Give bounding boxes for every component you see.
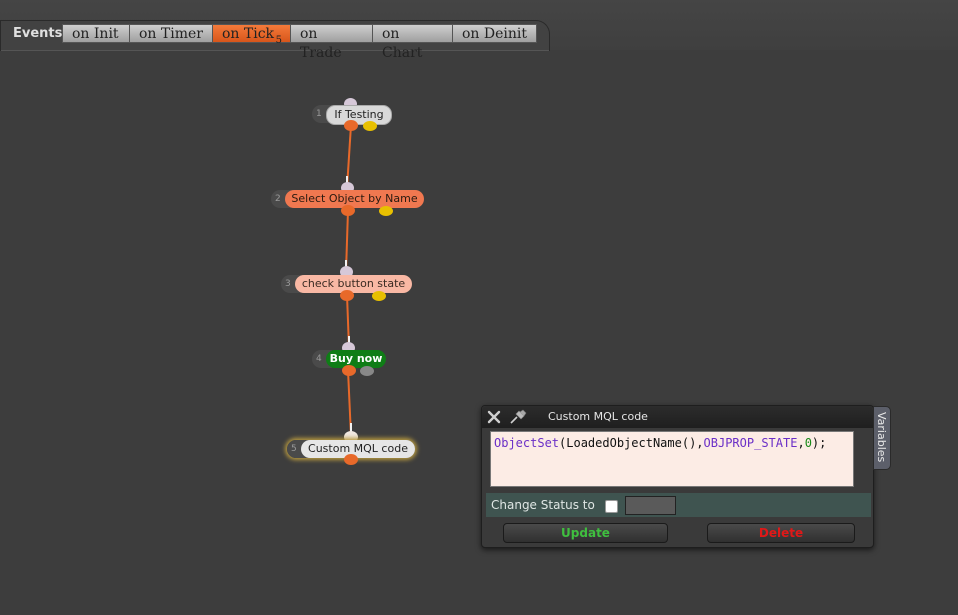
status-select[interactable] [625, 496, 676, 515]
code-end: ); [811, 436, 827, 450]
code-number: 0 [804, 436, 812, 450]
update-button[interactable]: Update [503, 523, 668, 543]
code-separator: , [797, 436, 805, 450]
delete-button[interactable]: Delete [707, 523, 855, 543]
node-3-alt-port[interactable] [372, 291, 386, 301]
panel-header: Custom MQL code [482, 406, 873, 428]
node-2-output-port[interactable] [341, 205, 355, 216]
node-3-output-port[interactable] [340, 290, 354, 301]
node-label: Select Object by Name [285, 190, 424, 208]
code-editor[interactable]: ObjectSet(LoadedObjectName(),OBJPROP_STA… [490, 431, 854, 487]
code-constant: OBJPROP_STATE [703, 436, 798, 450]
change-status-row: Change Status to [486, 493, 871, 517]
node-label: Custom MQL code [301, 440, 415, 458]
node-5-output-port[interactable] [344, 454, 358, 465]
code-arguments: (LoadedObjectName(), [559, 436, 704, 450]
close-icon[interactable] [487, 410, 501, 424]
variables-tab-label: Variables [875, 412, 888, 463]
node-1-output-port[interactable] [344, 120, 358, 131]
code-function: ObjectSet [494, 436, 560, 450]
node-label: Buy now [326, 350, 386, 368]
change-status-label: Change Status to [491, 498, 595, 512]
change-status-checkbox[interactable] [605, 500, 618, 513]
node-label: If Testing [326, 105, 392, 125]
node-2-alt-port[interactable] [379, 206, 393, 216]
node-4-output-port[interactable] [342, 365, 356, 376]
custom-mql-code-panel: Custom MQL code ObjectSet(LoadedObjectNa… [481, 405, 874, 548]
node-1-alt-port[interactable] [363, 121, 377, 131]
panel-title: Custom MQL code [548, 410, 648, 423]
node-label: check button state [295, 275, 412, 293]
pin-icon[interactable] [508, 409, 528, 425]
node-4-alt-port[interactable] [360, 366, 374, 376]
